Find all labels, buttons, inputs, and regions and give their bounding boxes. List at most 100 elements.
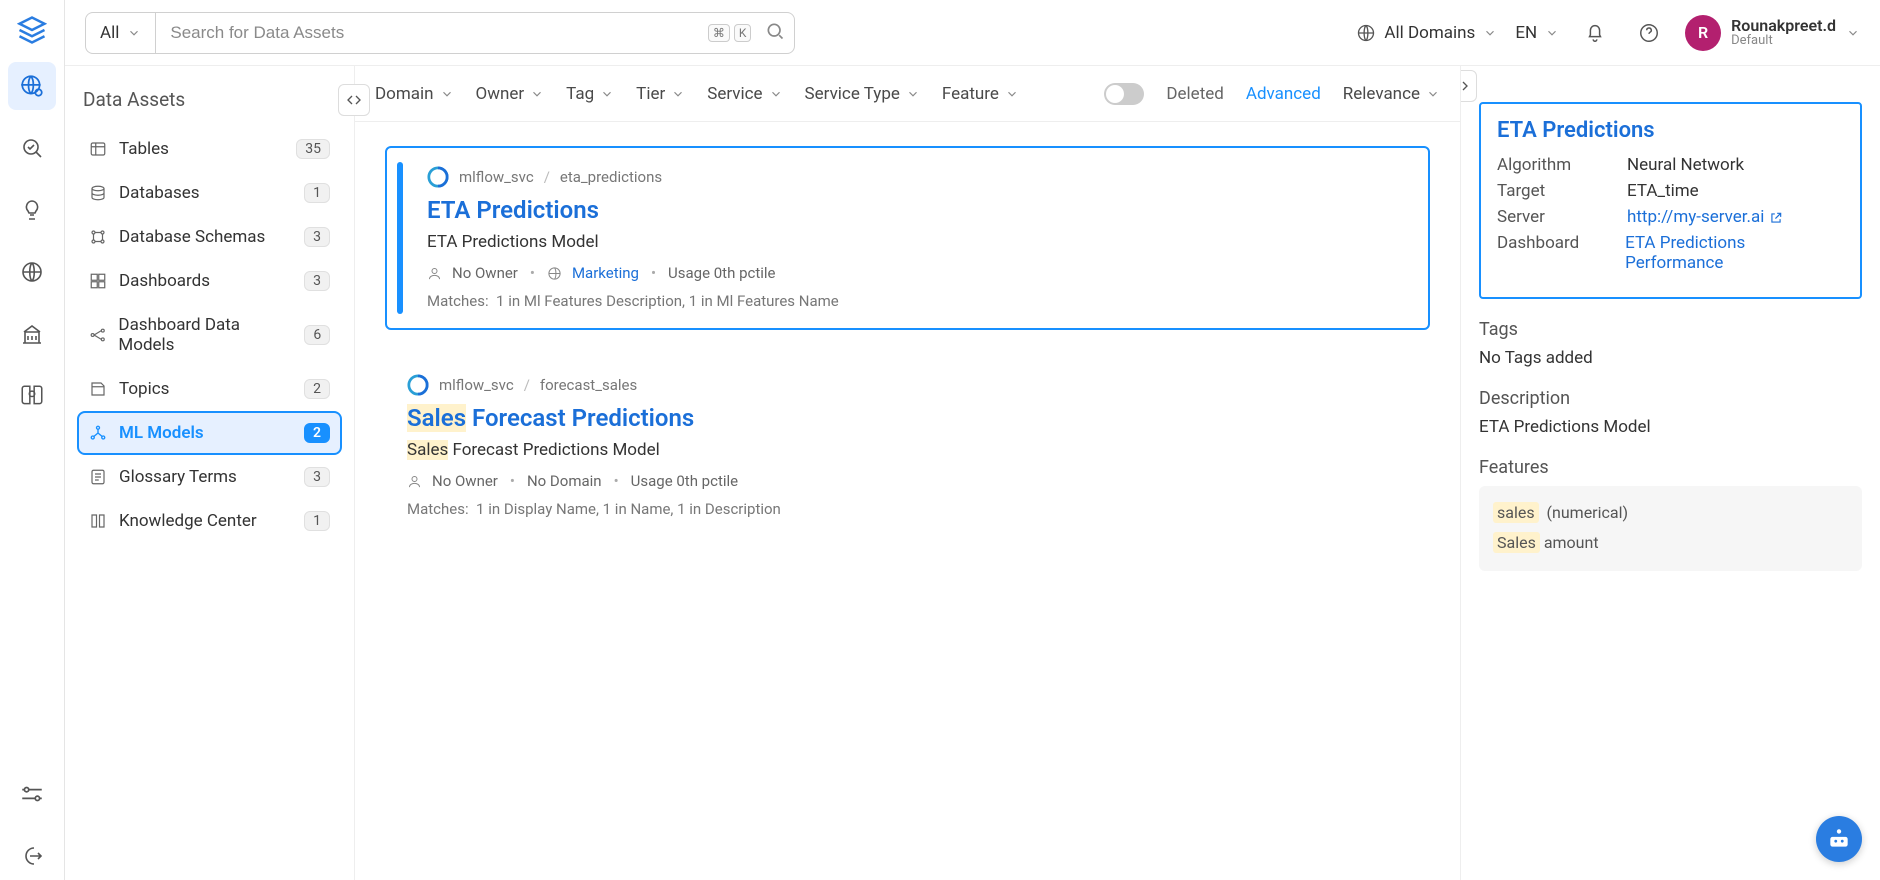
detail-tags-value: No Tags added: [1479, 348, 1862, 368]
chevron-down-icon: [1483, 26, 1497, 40]
rail-governance-icon[interactable]: [8, 310, 56, 358]
rail-observability-icon[interactable]: [8, 124, 56, 172]
detail-algorithm: Neural Network: [1627, 155, 1744, 175]
user-icon: [407, 474, 422, 489]
sidebar-item-database-schemas[interactable]: Database Schemas3: [79, 217, 340, 257]
sidebar-item-count: 35: [296, 139, 330, 159]
filter-tag[interactable]: Tag: [566, 84, 614, 104]
search-scope-label: All: [100, 23, 119, 43]
search-results: mlflow_svc / eta_predictions ETA Predicti…: [355, 122, 1460, 880]
filter-service[interactable]: Service: [707, 84, 782, 104]
sidebar-item-knowledge-center[interactable]: Knowledge Center 1: [79, 501, 340, 541]
user-role: Default: [1731, 34, 1836, 48]
sidebar-item-label: Database Schemas: [119, 227, 265, 247]
result-description: Sales Forecast Predictions Model: [407, 440, 1408, 460]
chevron-down-icon: [1545, 26, 1559, 40]
sidebar-item-label: Tables: [119, 139, 169, 159]
rail-explore-icon[interactable]: [8, 62, 56, 110]
globe-icon: [547, 266, 562, 281]
details-panel: ETA Predictions AlgorithmNeural Network …: [1460, 66, 1880, 880]
result-owner: No Owner: [452, 264, 518, 282]
result-title-link[interactable]: ETA Predictions: [427, 196, 599, 224]
detail-description-value: ETA Predictions Model: [1479, 417, 1862, 437]
chevron-down-icon: [600, 87, 614, 101]
sidebar-item-count: 6: [304, 325, 330, 345]
sidebar-item-databases[interactable]: Databases 1: [79, 173, 340, 213]
filter-service-type[interactable]: Service Type: [805, 84, 920, 104]
chevron-down-icon: [127, 26, 141, 40]
sidebar-item-count: 3: [304, 271, 330, 291]
rail-insights-icon[interactable]: [8, 186, 56, 234]
sidebar-item-count: 1: [304, 183, 330, 203]
sidebar-item-label: Glossary Terms: [119, 467, 237, 487]
details-collapse-button[interactable]: [1460, 70, 1477, 102]
detail-feature-item: sales (numerical) Sales amount: [1479, 486, 1862, 571]
sidebar-item-dashboards[interactable]: Dashboards 3: [79, 261, 340, 301]
search-icon[interactable]: [765, 21, 785, 45]
external-link-icon: [1769, 211, 1783, 225]
chevron-down-icon: [769, 87, 783, 101]
domain-selector[interactable]: All Domains: [1356, 23, 1497, 43]
sidebar-item-topics[interactable]: Topics 2: [79, 369, 340, 409]
filter-domain[interactable]: Domain: [375, 84, 454, 104]
detail-title: ETA Predictions: [1497, 118, 1844, 143]
sidebar-item-count: 2: [304, 423, 330, 443]
sidebar-item-label: Dashboard Data Models: [118, 315, 294, 355]
rail-logout-icon[interactable]: [8, 832, 56, 880]
sidebar-item-count: 1: [304, 511, 330, 531]
result-matches: Matches: 1 in Display Name, 1 in Name, 1…: [407, 500, 1408, 518]
sidebar-title: Data Assets: [79, 88, 340, 111]
sidebar-item-label: Dashboards: [119, 271, 210, 291]
detail-server-link[interactable]: http://my-server.ai: [1627, 207, 1764, 227]
result-usage: Usage 0th pctile: [631, 472, 738, 490]
result-title-link[interactable]: Sales Forecast Predictions: [407, 404, 694, 432]
help-icon[interactable]: [1631, 15, 1667, 51]
sidebar-item-dashboard-data-models[interactable]: Dashboard Data Models 6: [79, 305, 340, 365]
rail-settings-icon[interactable]: [8, 770, 56, 818]
search-scope-dropdown[interactable]: All: [85, 12, 155, 54]
result-domain: No Domain: [527, 472, 602, 490]
notifications-icon[interactable]: [1577, 15, 1613, 51]
sidebar-item-count: 3: [304, 467, 330, 487]
sort-dropdown[interactable]: Relevance: [1343, 84, 1440, 104]
chevron-down-icon: [1846, 26, 1860, 40]
rail-domains-icon[interactable]: [8, 248, 56, 296]
result-domain-link[interactable]: Marketing: [572, 264, 639, 282]
rail-glossary-icon[interactable]: [8, 372, 56, 420]
sidebar-item-glossary-terms[interactable]: Glossary Terms 3: [79, 457, 340, 497]
chevron-down-icon: [671, 87, 685, 101]
result-breadcrumb: mlflow_svc / eta_predictions: [427, 166, 1406, 188]
result-card[interactable]: mlflow_svc / forecast_sales Sales Forecas…: [385, 356, 1430, 536]
user-menu[interactable]: R Rounakpreet.d Default: [1685, 15, 1860, 51]
filter-owner[interactable]: Owner: [476, 84, 545, 104]
avatar: R: [1685, 15, 1721, 51]
asset-type-sidebar: Data Assets Tables 35 Databases 1 Database S…: [65, 66, 355, 880]
detail-tags-heading: Tags: [1479, 319, 1862, 340]
sidebar-item-label: Knowledge Center: [119, 511, 257, 531]
advanced-link[interactable]: Advanced: [1246, 84, 1321, 104]
result-description: ETA Predictions Model: [427, 232, 1406, 252]
sidebar-item-tables[interactable]: Tables 35: [79, 129, 340, 169]
result-owner: No Owner: [432, 472, 498, 490]
sidebar-item-count: 2: [304, 379, 330, 399]
detail-features-heading: Features: [1479, 457, 1862, 478]
sidebar-item-label: Databases: [119, 183, 200, 203]
sidebar-item-ml-models[interactable]: ML Models 2: [79, 413, 340, 453]
detail-dashboard-link[interactable]: ETA Predictions Performance: [1625, 233, 1745, 273]
user-icon: [427, 266, 442, 281]
sidebar-item-label: Topics: [119, 379, 169, 399]
deleted-toggle[interactable]: [1104, 83, 1144, 105]
chevron-down-icon: [440, 87, 454, 101]
app-logo-icon[interactable]: [14, 12, 50, 48]
search-input[interactable]: [155, 12, 795, 54]
chevron-down-icon: [1005, 87, 1019, 101]
sidebar-collapse-button[interactable]: [338, 84, 370, 116]
result-breadcrumb: mlflow_svc / forecast_sales: [407, 374, 1408, 396]
sidebar-item-label: ML Models: [119, 423, 204, 443]
language-selector[interactable]: EN: [1515, 23, 1559, 43]
filter-feature[interactable]: Feature: [942, 84, 1019, 104]
filter-tier[interactable]: Tier: [636, 84, 685, 104]
result-card[interactable]: mlflow_svc / eta_predictions ETA Predicti…: [385, 146, 1430, 330]
chat-fab-button[interactable]: [1816, 816, 1862, 862]
user-name: Rounakpreet.d: [1731, 17, 1836, 35]
